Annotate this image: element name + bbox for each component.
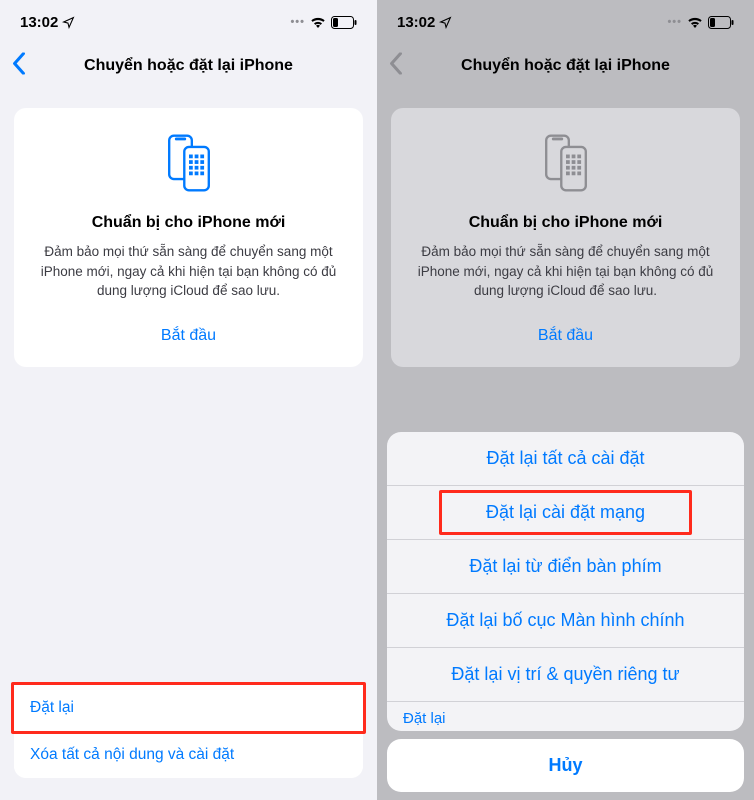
action-sheet: Đặt lại tất cả cài đặt Đặt lại cài đặt m… xyxy=(387,432,744,731)
nav-header: Chuyển hoặc đặt lại iPhone xyxy=(0,44,377,88)
screen-left: 13:02 ••• Chuyển hoặc đặt lại iPhone Chu… xyxy=(0,0,377,800)
screen-right: 13:02 ••• Chuyển hoặc đặt lại iPhone Chu… xyxy=(377,0,754,800)
reset-all-settings[interactable]: Đặt lại tất cả cài đặt xyxy=(387,432,744,486)
nav-title: Chuyển hoặc đặt lại iPhone xyxy=(84,57,293,75)
start-button[interactable]: Bắt đầu xyxy=(409,321,722,351)
dots-icon: ••• xyxy=(667,16,682,28)
erase-all-button[interactable]: Xóa tất cả nội dung và cài đặt xyxy=(14,732,363,778)
back-button[interactable] xyxy=(389,53,403,80)
prepare-title: Chuẩn bị cho iPhone mới xyxy=(32,214,345,232)
wifi-icon xyxy=(310,16,326,28)
nav-title: Chuyển hoặc đặt lại iPhone xyxy=(461,57,670,75)
status-bar: 13:02 ••• xyxy=(377,0,754,44)
dots-icon: ••• xyxy=(290,16,305,28)
action-sheet-container: Đặt lại tất cả cài đặt Đặt lại cài đặt m… xyxy=(377,432,754,800)
prepare-phones-icon xyxy=(409,130,722,196)
reset-network-label: Đặt lại cài đặt mạng xyxy=(486,502,645,522)
reset-partial-item[interactable]: Đặt lại xyxy=(387,702,744,731)
wifi-icon xyxy=(687,16,703,28)
back-button[interactable] xyxy=(12,53,26,80)
status-bar: 13:02 ••• xyxy=(0,0,377,44)
status-time: 13:02 xyxy=(397,14,435,31)
reset-home-layout[interactable]: Đặt lại bố cục Màn hình chính xyxy=(387,594,744,648)
location-arrow-icon xyxy=(62,16,75,29)
prepare-card: Chuẩn bị cho iPhone mới Đảm bảo mọi thứ … xyxy=(14,108,363,367)
nav-header: Chuyển hoặc đặt lại iPhone xyxy=(377,44,754,88)
bottom-action-list: Đặt lại Xóa tất cả nội dung và cài đặt xyxy=(14,685,363,778)
prepare-title: Chuẩn bị cho iPhone mới xyxy=(409,214,722,232)
prepare-description: Đảm bảo mọi thứ sẵn sàng để chuyển sang … xyxy=(32,242,345,301)
start-button[interactable]: Bắt đầu xyxy=(32,321,345,351)
location-arrow-icon xyxy=(439,16,452,29)
prepare-description: Đảm bảo mọi thứ sẵn sàng để chuyển sang … xyxy=(409,242,722,301)
reset-network-settings[interactable]: Đặt lại cài đặt mạng xyxy=(387,486,744,540)
prepare-card: Chuẩn bị cho iPhone mới Đảm bảo mọi thứ … xyxy=(391,108,740,367)
battery-icon xyxy=(708,16,734,29)
prepare-phones-icon xyxy=(32,130,345,196)
status-time: 13:02 xyxy=(20,14,58,31)
reset-button[interactable]: Đặt lại xyxy=(14,685,363,732)
reset-keyboard-dict[interactable]: Đặt lại từ điển bàn phím xyxy=(387,540,744,594)
reset-location-privacy[interactable]: Đặt lại vị trí & quyền riêng tư xyxy=(387,648,744,702)
cancel-button[interactable]: Hủy xyxy=(387,739,744,792)
battery-icon xyxy=(331,16,357,29)
